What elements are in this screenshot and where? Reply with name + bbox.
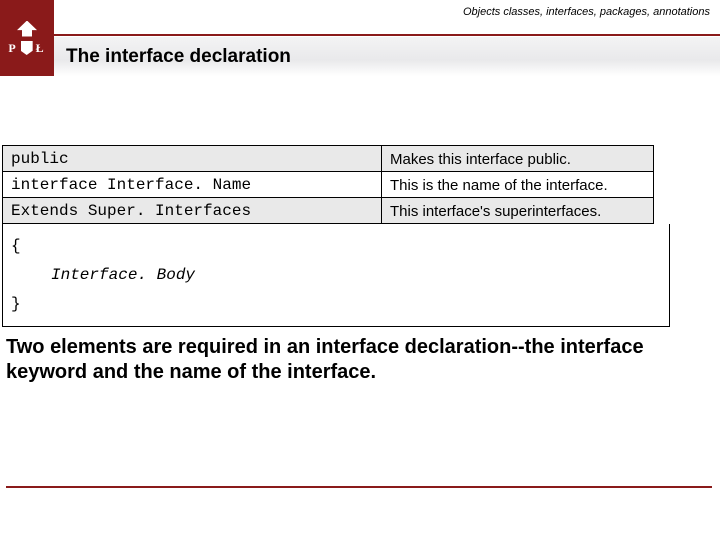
table-row: interface Interface. Name This is the na… — [3, 172, 654, 198]
declaration-table: public Makes this interface public. inte… — [2, 145, 654, 224]
brace-open: { — [11, 232, 661, 261]
interface-body-text: Interface. Body — [11, 261, 661, 290]
logo-letter-right: Ł — [36, 41, 46, 56]
code-cell: public — [3, 146, 382, 172]
breadcrumb: Objects classes, interfaces, packages, a… — [463, 6, 710, 18]
header-rule — [54, 34, 720, 36]
code-cell: interface Interface. Name — [3, 172, 382, 198]
table-row: Extends Super. Interfaces This interface… — [3, 198, 654, 224]
logo-letters: P Ł — [8, 41, 45, 56]
shield-icon — [21, 41, 33, 55]
interface-body-block: { Interface. Body } — [2, 224, 670, 327]
brace-close: } — [11, 290, 661, 319]
slide: P Ł Objects classes, interfaces, package… — [0, 0, 720, 540]
table-row: public Makes this interface public. — [3, 146, 654, 172]
logo-letter-left: P — [8, 41, 17, 56]
eagle-icon — [17, 21, 37, 37]
content: public Makes this interface public. inte… — [0, 145, 720, 327]
description-cell: Makes this interface public. — [382, 146, 654, 172]
summary-paragraph: Two elements are required in an interfac… — [6, 335, 712, 385]
title-bar: The interface declaration — [54, 37, 720, 76]
code-cell: Extends Super. Interfaces — [3, 198, 382, 224]
page-title: The interface declaration — [66, 46, 291, 68]
description-cell: This interface's superinterfaces. — [382, 198, 654, 224]
logo: P Ł — [0, 0, 54, 76]
footer-rule — [6, 486, 712, 488]
description-cell: This is the name of the interface. — [382, 172, 654, 198]
header: P Ł Objects classes, interfaces, package… — [0, 0, 720, 76]
